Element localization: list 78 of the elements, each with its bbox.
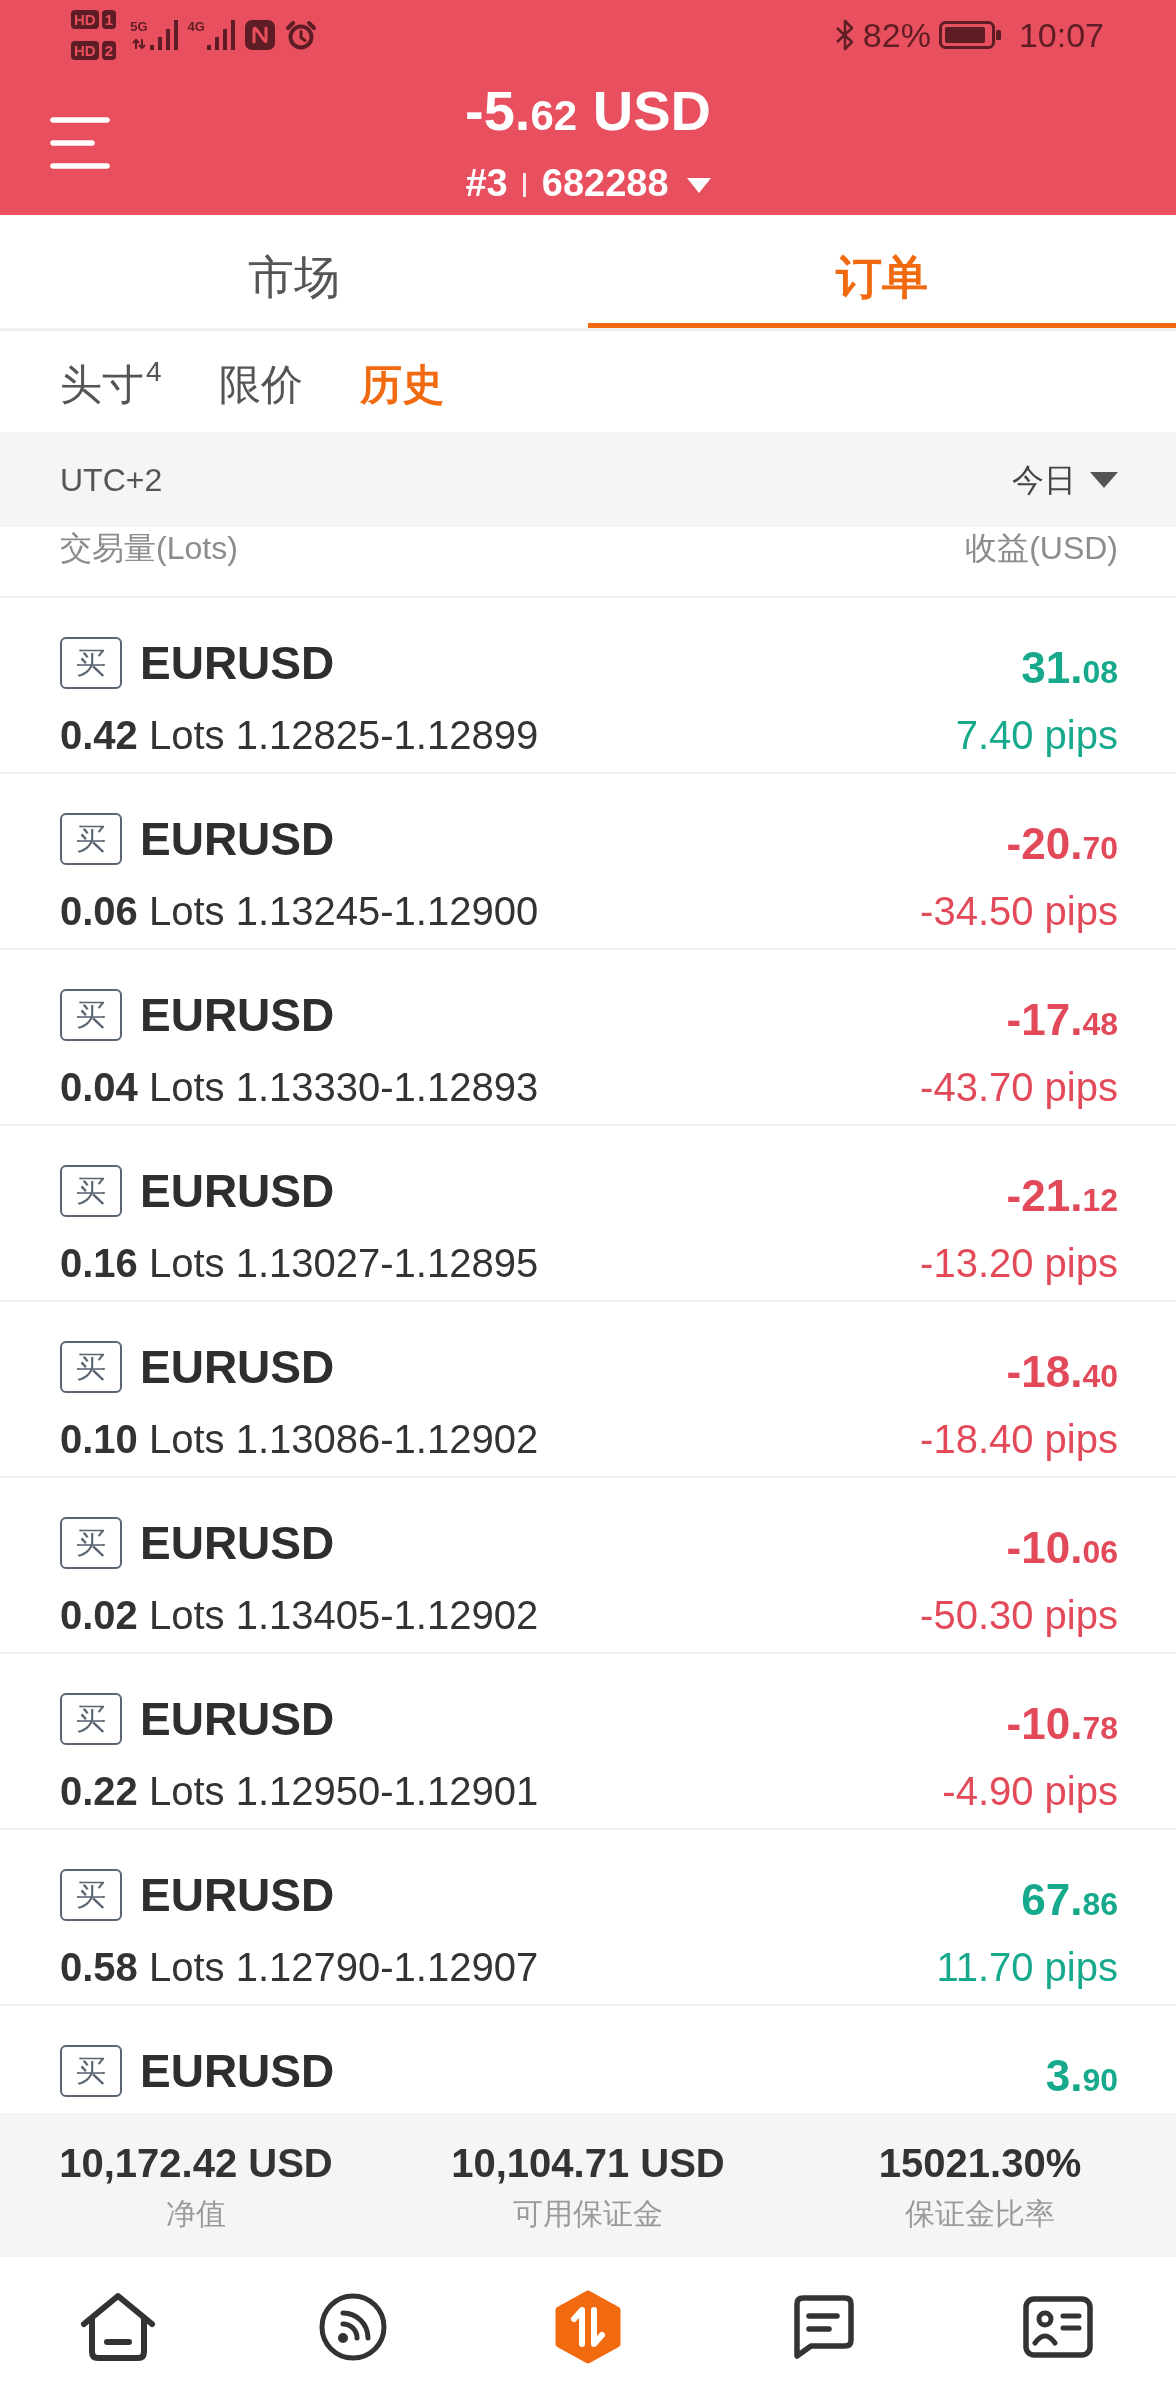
clock-time: 10:07 <box>1018 15 1104 55</box>
period-dropdown[interactable]: 今日 <box>1012 459 1118 500</box>
lot-details: 0.22 Lots 1.12950-1.12901 <box>60 1769 540 1813</box>
order-side-tag: 买 <box>60 1165 122 1217</box>
network-type-label: 4G <box>187 20 205 34</box>
id-card-icon[interactable] <box>1023 2295 1094 2358</box>
battery-icon <box>938 21 1001 49</box>
symbol-name: EURUSD <box>140 1516 335 1571</box>
summary-label: 净值 <box>166 2197 226 2231</box>
summary-label: 可用保证金 <box>513 2197 663 2231</box>
hd-indicator: HD 1 <box>71 10 117 29</box>
lot-details: 0.16 Lots 1.13027-1.12895 <box>60 1241 540 1285</box>
up-down-arrows-icon[interactable] <box>555 2289 621 2364</box>
profit-amount: -21.12 <box>1006 1175 1118 1221</box>
symbol-name: EURUSD <box>140 812 335 867</box>
account-selector[interactable]: #3 682288 <box>465 160 711 205</box>
sub-tab[interactable]: 限价 <box>218 359 303 410</box>
symbol-name: EURUSD <box>140 988 335 1043</box>
network-type-label: 5G <box>130 20 148 34</box>
rss-icon[interactable] <box>318 2292 387 2361</box>
sub-tab[interactable]: 头寸$^{4}$ <box>60 359 162 410</box>
symbol-name: EURUSD <box>140 1868 335 1923</box>
pips-change: -13.20 pips <box>920 1241 1118 1285</box>
timezone-label: UTC+2 <box>60 460 163 500</box>
caret-icon <box>686 177 711 193</box>
summary-label: 保证金比率 <box>905 2197 1055 2231</box>
order-side-tag: 买 <box>60 1517 122 1569</box>
summary-value: 15021.30% <box>878 2141 1082 2185</box>
battery-percentage: 82% <box>862 15 931 55</box>
pips-change: -18.40 pips <box>920 1417 1118 1461</box>
order-side-tag: 买 <box>60 1341 122 1393</box>
profit-amount: 67.86 <box>1021 1879 1118 1925</box>
top-tab[interactable]: 市场 <box>0 215 588 328</box>
alarm-clock-icon <box>284 19 317 51</box>
menu-icon[interactable] <box>50 115 110 170</box>
bluetooth-icon <box>834 19 855 51</box>
summary-value: 10,104.71 USD <box>451 2141 725 2185</box>
profit-amount: -10.06 <box>1006 1527 1118 1573</box>
column-header-label: 交易量(Lots) <box>60 531 238 565</box>
lot-details: 0.02 Lots 1.13405-1.12902 <box>60 1593 540 1637</box>
lot-details: 0.04 Lots 1.13330-1.12893 <box>60 1065 540 1109</box>
pips-change: -34.50 pips <box>920 889 1118 933</box>
column-header-label: 收益(USD) <box>965 531 1118 565</box>
hd-indicator: HD 2 <box>71 41 117 60</box>
pips-change: 7.40 pips <box>955 713 1118 757</box>
pips-change: -4.90 pips <box>942 1769 1118 1813</box>
order-side-tag: 买 <box>60 813 122 865</box>
summary-value: 10,172.42 USD <box>59 2141 333 2185</box>
lot-details: 0.42 Lots 1.12825-1.12899 <box>60 713 540 757</box>
pips-change: -43.70 pips <box>920 1065 1118 1109</box>
signal-bars-icon <box>206 20 235 50</box>
profit-amount: -18.40 <box>1006 1351 1118 1397</box>
profit-amount: -10.78 <box>1006 1703 1118 1749</box>
lot-details: 0.58 Lots 1.12790-1.12907 <box>60 1945 540 1989</box>
lot-details: 0.10 Lots 1.13086-1.12902 <box>60 1417 540 1461</box>
order-side-tag: 买 <box>60 2045 122 2097</box>
nfc-icon <box>244 20 275 50</box>
order-side-tag: 买 <box>60 637 122 689</box>
order-side-tag: 买 <box>60 1693 122 1745</box>
caret-icon <box>1090 471 1118 488</box>
symbol-name: EURUSD <box>140 1692 335 1747</box>
symbol-name: EURUSD <box>140 1340 335 1395</box>
profit-amount: 3.90 <box>1045 2055 1118 2101</box>
chat-icon[interactable] <box>791 2293 856 2360</box>
profit-amount: -17.48 <box>1006 999 1118 1045</box>
home-icon[interactable] <box>79 2291 156 2362</box>
order-side-tag: 买 <box>60 989 122 1041</box>
pips-change: 11.70 pips <box>936 1945 1118 1989</box>
signal-bars-icon <box>149 20 178 50</box>
balance-amount: -5.62 USD <box>465 80 711 144</box>
symbol-name: EURUSD <box>140 2044 335 2099</box>
order-side-tag: 买 <box>60 1869 122 1921</box>
lot-details: 0.06 Lots 1.13245-1.12900 <box>60 889 540 933</box>
profit-amount: -20.70 <box>1006 823 1118 869</box>
profit-amount: 31.08 <box>1021 647 1118 693</box>
symbol-name: EURUSD <box>140 636 335 691</box>
pips-change: -50.30 pips <box>920 1593 1118 1637</box>
symbol-name: EURUSD <box>140 1164 335 1219</box>
